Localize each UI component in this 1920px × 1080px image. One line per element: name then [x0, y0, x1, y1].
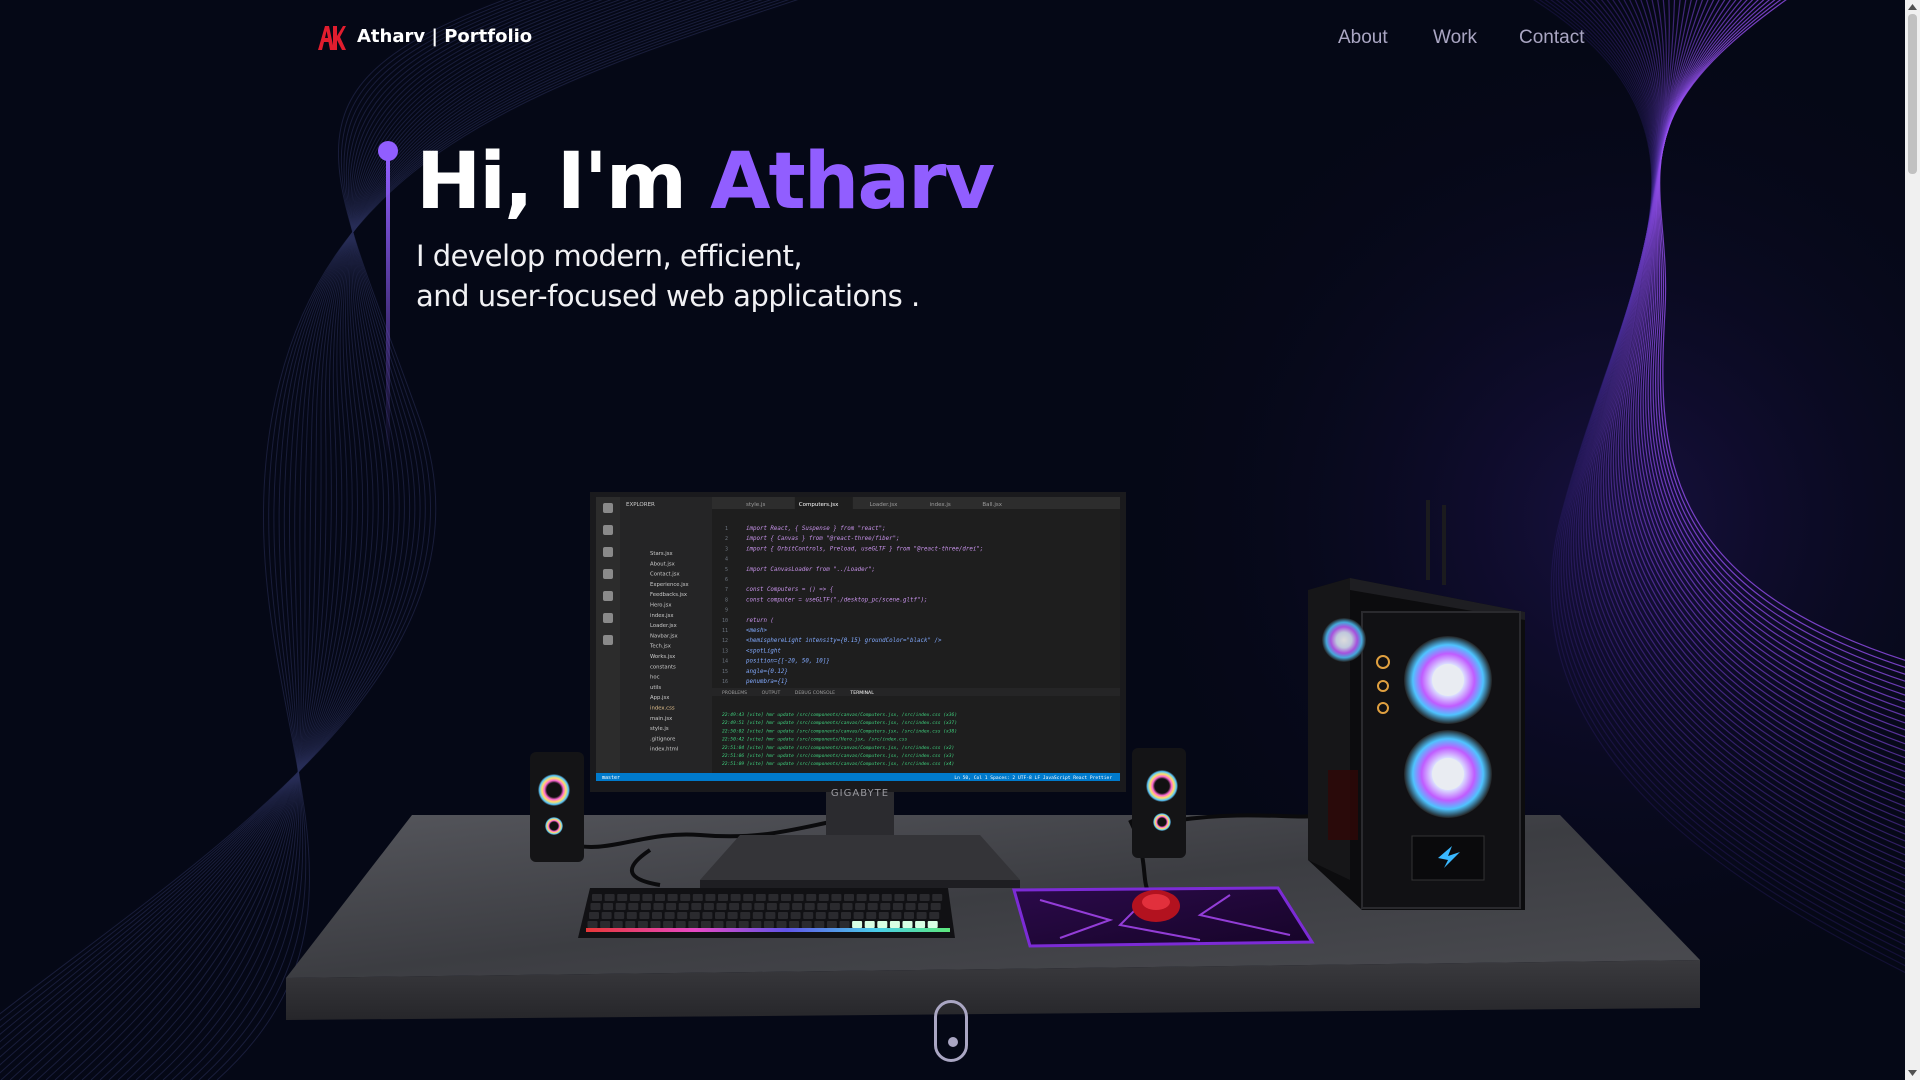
explorer-title: EXPLORER	[626, 502, 655, 508]
explorer-file: .gitignore	[650, 736, 675, 742]
code-line-number: 15	[722, 669, 728, 675]
explorer-file: index.jsx	[650, 613, 674, 619]
code-line: const Computers = () => {	[746, 587, 834, 593]
panel-tab: TERMINAL	[849, 690, 874, 696]
code-line: <hemisphereLight intensity={0.15} ground…	[746, 638, 942, 644]
explorer-file: hoc	[650, 675, 660, 681]
code-line-number: 6	[725, 577, 728, 583]
explorer-file: index.html	[650, 747, 678, 753]
code-line-number: 1	[725, 526, 728, 532]
terminal-line: 22:51:06 [vite] hmr update /src/componen…	[722, 753, 954, 759]
pc-tower	[1308, 500, 1525, 910]
code-line: import { Canvas } from "@react-three/fib…	[746, 536, 900, 542]
editor-tab: Loader.jsx	[870, 502, 898, 508]
explorer-file: index.css	[650, 706, 675, 712]
code-line-number: 4	[725, 557, 728, 563]
code-line: <spotLight	[746, 648, 781, 654]
editor-tab: style.js	[746, 502, 765, 508]
panel-tab: OUTPUT	[762, 690, 781, 696]
explorer-file: Experience.jsx	[650, 582, 689, 588]
code-line-number: 7	[725, 587, 728, 593]
status-bar-info: Ln 50, Col 1 Spaces: 2 UTF-8 LF JavaScri…	[954, 775, 1112, 781]
scrollbar-thumb[interactable]	[1908, 14, 1917, 174]
editor-tab: Ball.jsx	[982, 502, 1002, 508]
status-bar-branch: master	[602, 775, 620, 781]
explorer-file: main.jsx	[650, 716, 672, 722]
code-line: penumbra={1}	[746, 679, 788, 685]
terminal-line: 22:50:42 [vite] hmr update /src/componen…	[722, 737, 908, 743]
monitor-brand: GIGABYTE	[831, 788, 889, 799]
code-line: import { OrbitControls, Preload, useGLTF…	[746, 546, 983, 552]
code-line-number: 10	[722, 618, 728, 624]
code-line-number: 3	[725, 546, 728, 552]
explorer-file: utils	[650, 685, 661, 691]
monitor-stand	[700, 785, 1020, 888]
editor-tab: Computers.jsx	[799, 502, 839, 508]
code-line: return (	[746, 618, 774, 624]
explorer-file: Tech.jsx	[649, 644, 671, 650]
code-line: angle={0.12}	[746, 669, 788, 675]
explorer-file: constants	[650, 664, 676, 670]
explorer-file: App.jsx	[650, 695, 669, 701]
mouse	[1132, 890, 1180, 922]
terminal-line: 22:51:04 [vite] hmr update /src/componen…	[722, 745, 954, 751]
code-line-number: 12	[722, 638, 728, 644]
explorer-file: Works.jsx	[650, 654, 675, 660]
code-line-number: 2	[725, 536, 728, 542]
code-line-number: 5	[725, 567, 728, 573]
terminal-line: 22:50:02 [vite] hmr update /src/componen…	[722, 728, 957, 734]
code-line: import CanvasLoader from "../Loader";	[746, 567, 875, 573]
scroll-up-arrow-icon[interactable]	[1907, 2, 1918, 12]
code-line-number: 11	[722, 628, 728, 634]
desk-scene[interactable]: GIGABYTE EXPLORER style.js Computers.jsx L…	[0, 0, 1920, 1080]
explorer-file: style.js	[650, 726, 669, 732]
code-line-number: 13	[722, 648, 728, 654]
mouse-scroll-icon	[948, 1037, 958, 1047]
keyboard	[578, 888, 955, 938]
scroll-down-indicator[interactable]	[934, 1000, 968, 1062]
panel-tab: DEBUG CONSOLE	[795, 690, 835, 696]
code-line: <mesh>	[746, 628, 767, 634]
editor-tab: index.js	[930, 502, 951, 508]
explorer-file: About.jsx	[650, 561, 675, 567]
panel-tab: PROBLEMS	[722, 690, 747, 696]
code-line-number: 8	[725, 597, 728, 603]
scroll-down-arrow-icon[interactable]	[1907, 1068, 1918, 1078]
explorer-file: Loader.jsx	[650, 623, 677, 629]
speaker-left	[530, 752, 584, 862]
code-line-number: 14	[722, 659, 728, 665]
code-line-number: 16	[722, 679, 728, 685]
code-line: import React, { Suspense } from "react";	[746, 526, 886, 532]
terminal-line: 22:49:43 [vite] hmr update /src/componen…	[722, 712, 957, 718]
code-line: position={[-20, 50, 10]}	[746, 659, 830, 665]
explorer-file: Contact.jsx	[650, 572, 680, 578]
code-line: const computer = useGLTF("./desktop_pc/s…	[746, 597, 927, 603]
code-line-number: 9	[725, 608, 728, 614]
explorer-file: Hero.jsx	[650, 603, 672, 609]
terminal-line: 22:51:09 [vite] hmr update /src/componen…	[722, 761, 954, 767]
explorer-file: Navbar.jsx	[650, 633, 678, 639]
speaker-right	[1132, 748, 1186, 858]
explorer-file: Feedbacks.jsx	[650, 592, 687, 598]
terminal-line: 22:49:51 [vite] hmr update /src/componen…	[722, 720, 957, 726]
explorer-file: Stars.jsx	[650, 551, 673, 557]
